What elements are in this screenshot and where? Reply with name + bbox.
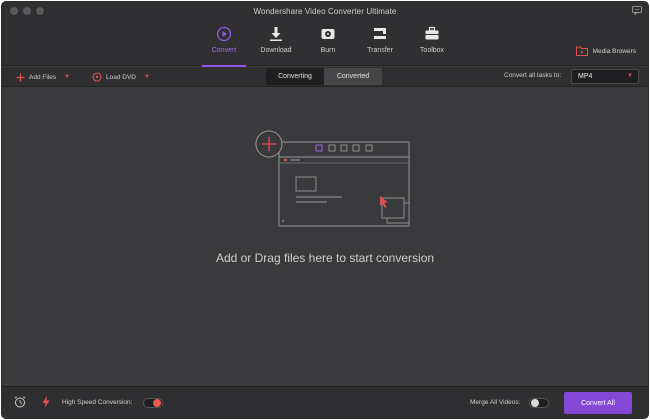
- burn-icon: [320, 26, 336, 42]
- output-format-select[interactable]: MP4 ▼: [571, 69, 639, 84]
- footer-bar: High Speed Conversion: Merge All Videos:…: [2, 386, 648, 418]
- load-dvd-label: Load DVD: [106, 73, 136, 81]
- minimize-window-button[interactable]: [23, 7, 31, 15]
- load-dvd-dropdown-icon[interactable]: ▼: [144, 74, 150, 80]
- nav-toolbox[interactable]: Toolbox: [406, 20, 458, 66]
- dvd-icon: [92, 72, 102, 82]
- merge-all-videos-toggle[interactable]: [529, 398, 549, 408]
- toggle-knob: [153, 399, 161, 407]
- convert-icon: [216, 26, 232, 42]
- maximize-window-button[interactable]: [36, 7, 44, 15]
- convert-all-button[interactable]: Convert All: [564, 392, 632, 414]
- window-title: Wondershare Video Converter Ultimate: [253, 6, 397, 16]
- toolbar: Add Files ▼ Load DVD ▼ Converting Conver…: [2, 67, 648, 87]
- chevron-down-icon: ▼: [627, 73, 633, 79]
- drop-files-illustration-icon: [255, 130, 410, 227]
- feedback-icon[interactable]: [632, 6, 642, 15]
- nav-download-label: Download: [260, 47, 292, 54]
- toggle-knob: [531, 399, 539, 407]
- merge-all-videos-label: Merge All Videos:: [470, 399, 521, 406]
- title-bar: Wondershare Video Converter Ultimate: [2, 2, 648, 20]
- nav-toolbox-label: Toolbox: [419, 47, 445, 54]
- alarm-clock-icon[interactable]: [14, 396, 26, 408]
- main-nav: Convert Download Burn Transfer Toolbox M…: [2, 20, 648, 67]
- window-controls: [10, 7, 44, 15]
- tab-converted[interactable]: Converted: [324, 68, 382, 85]
- high-speed-conversion-toggle[interactable]: [143, 398, 163, 408]
- lightning-icon: [42, 396, 50, 408]
- close-window-button[interactable]: [10, 7, 18, 15]
- nav-transfer-label: Transfer: [367, 47, 393, 54]
- tab-switcher: Converting Converted: [266, 68, 382, 85]
- nav-transfer[interactable]: Transfer: [354, 20, 406, 66]
- folder-icon: [575, 46, 588, 56]
- download-icon: [268, 26, 284, 42]
- app-window: Wondershare Video Converter Ultimate Con…: [2, 2, 648, 418]
- add-files-dropdown-icon[interactable]: ▼: [64, 74, 70, 80]
- plus-icon: [16, 73, 25, 81]
- convert-all-tasks-label: Convert all tasks to:: [504, 72, 562, 79]
- transfer-icon: [372, 26, 388, 42]
- toolbox-icon: [424, 26, 440, 42]
- nav-convert-label: Convert: [211, 47, 237, 54]
- tab-converting[interactable]: Converting: [266, 68, 324, 85]
- load-dvd-button[interactable]: Load DVD ▼: [92, 71, 150, 83]
- nav-burn[interactable]: Burn: [302, 20, 354, 66]
- drop-instruction-text: Add or Drag files here to start conversi…: [215, 251, 435, 265]
- add-files-button[interactable]: Add Files ▼: [16, 71, 70, 83]
- drop-zone[interactable]: Add or Drag files here to start conversi…: [2, 88, 648, 386]
- nav-convert[interactable]: Convert: [198, 20, 250, 67]
- media-browser-label: Media Browers: [592, 47, 636, 55]
- add-files-label: Add Files: [29, 73, 57, 81]
- media-browser-button[interactable]: Media Browers: [575, 46, 636, 56]
- high-speed-conversion-label: High Speed Conversion:: [62, 399, 133, 406]
- output-format-value: MP4: [578, 73, 593, 80]
- nav-burn-label: Burn: [320, 47, 336, 54]
- nav-download[interactable]: Download: [250, 20, 302, 66]
